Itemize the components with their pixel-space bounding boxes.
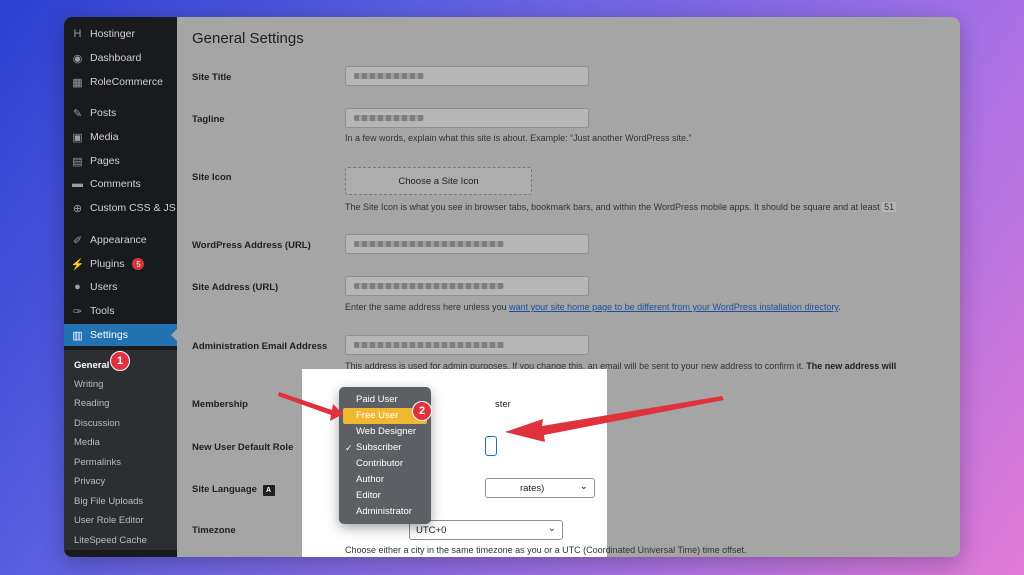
annotation-arrows	[278, 392, 724, 442]
step-1-marker: 1	[110, 351, 130, 371]
step-2-marker: 2	[412, 401, 432, 421]
arrow-left-pointer	[278, 392, 343, 421]
arrow-right-pointer	[505, 396, 724, 442]
